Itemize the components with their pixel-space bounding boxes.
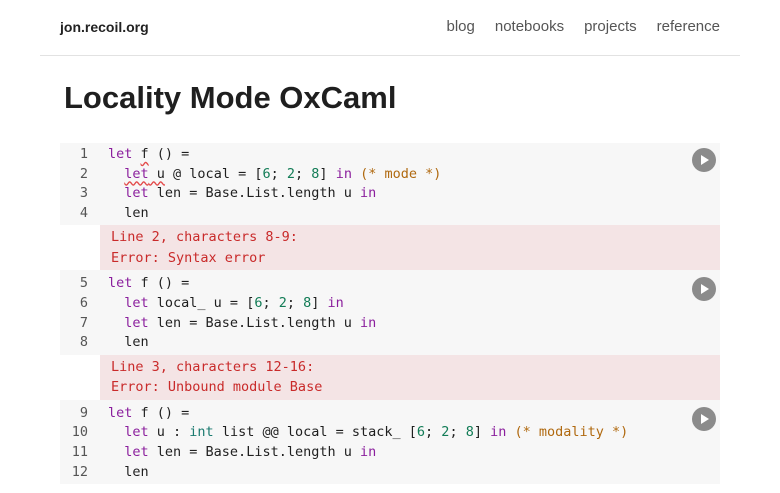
error-output-line: Error: Syntax error <box>111 249 266 266</box>
nav-notebooks[interactable]: notebooks <box>495 18 564 35</box>
code-text: let f () = <box>108 275 190 292</box>
code-cell: 9 let f () = 10 let u : int list @@ local … <box>60 401 720 485</box>
code-text: let f () = <box>108 404 190 421</box>
site-header: jon.recoil.org blog notebooks projects r… <box>40 0 740 56</box>
play-icon[interactable] <box>692 148 716 172</box>
code-line: 10 let u : int list @@ local = stack_ [6… <box>60 423 720 443</box>
code-editor[interactable]: 9 let f () = 10 let u : int list @@ local … <box>60 401 720 485</box>
error-output-line: Line 3, characters 12-16: <box>111 358 315 375</box>
code-line: 6 let local_ u = [6; 2; 8] in <box>60 294 720 314</box>
code-text: let u @ local = [6; 2; 8] in (* mode *) <box>124 165 442 182</box>
code-text: len <box>108 334 149 351</box>
code-text: len <box>108 463 149 480</box>
code-text: let len = Base.List.length u in <box>124 185 377 202</box>
nav-projects[interactable]: projects <box>584 18 637 35</box>
line-number: 3 <box>79 185 88 202</box>
code-cell: 5 let f () = 6 let local_ u = [6; 2; 8] in… <box>60 272 720 402</box>
code-text: let len = Base.List.length u in <box>124 314 377 331</box>
top-nav: blog notebooks projects reference <box>447 18 721 35</box>
code-cell: 1 let f () = 2 let u @ local = [6; 2; 8] i… <box>60 143 720 273</box>
code-line: 12 len <box>60 463 720 483</box>
line-number: 5 <box>79 275 88 292</box>
code-editor[interactable]: 1 let f () = 2 let u @ local = [6; 2; 8] i… <box>60 143 720 226</box>
line-number: 7 <box>79 314 88 331</box>
code-text: len <box>108 204 149 221</box>
error-output-line: Line 2, characters 8-9: <box>111 229 298 246</box>
code-line: 5 let f () = <box>60 274 720 294</box>
nav-blog[interactable]: blog <box>447 18 475 35</box>
error-output-line: Error: Unbound module Base <box>111 379 323 396</box>
site-title[interactable]: jon.recoil.org <box>60 19 149 35</box>
code-line: 1 let f () = <box>60 145 720 165</box>
nav-reference[interactable]: reference <box>657 18 720 35</box>
line-number: 11 <box>71 443 88 460</box>
error-output: Line 3, characters 12-16: Error: Unbound … <box>100 354 720 400</box>
code-line: 3 let len = Base.List.length u in <box>60 184 720 204</box>
line-number: 8 <box>79 334 88 351</box>
line-number: 4 <box>79 204 88 221</box>
notebook: 1 let f () = 2 let u @ local = [6; 2; 8] i… <box>60 143 720 485</box>
code-line: 4 len <box>60 204 720 224</box>
page-title: Locality Mode OxCaml <box>64 80 397 115</box>
code-line: 8 len <box>60 333 720 353</box>
code-line: 9 let f () = <box>60 404 720 424</box>
code-text: let u : int list @@ local = stack_ [6; 2… <box>124 424 629 441</box>
code-text: let local_ u = [6; 2; 8] in <box>124 294 344 311</box>
line-number: 6 <box>79 294 88 311</box>
line-number: 12 <box>71 463 88 480</box>
code-editor[interactable]: 5 let f () = 6 let local_ u = [6; 2; 8] in… <box>60 272 720 355</box>
code-text: let f () = <box>108 146 190 162</box>
line-number: 2 <box>79 165 88 182</box>
code-text: let len = Base.List.length u in <box>124 443 377 460</box>
error-output: Line 2, characters 8-9: Error: Syntax err… <box>100 225 720 271</box>
line-number: 10 <box>71 424 88 441</box>
play-icon[interactable] <box>692 406 716 431</box>
line-number: 1 <box>79 146 88 162</box>
line-number: 9 <box>79 404 88 421</box>
code-line: 7 let len = Base.List.length u in <box>60 314 720 334</box>
code-line: 11 let len = Base.List.length u in <box>60 443 720 463</box>
code-line: 2 let u @ local = [6; 2; 8] in (* mode *… <box>60 165 720 185</box>
